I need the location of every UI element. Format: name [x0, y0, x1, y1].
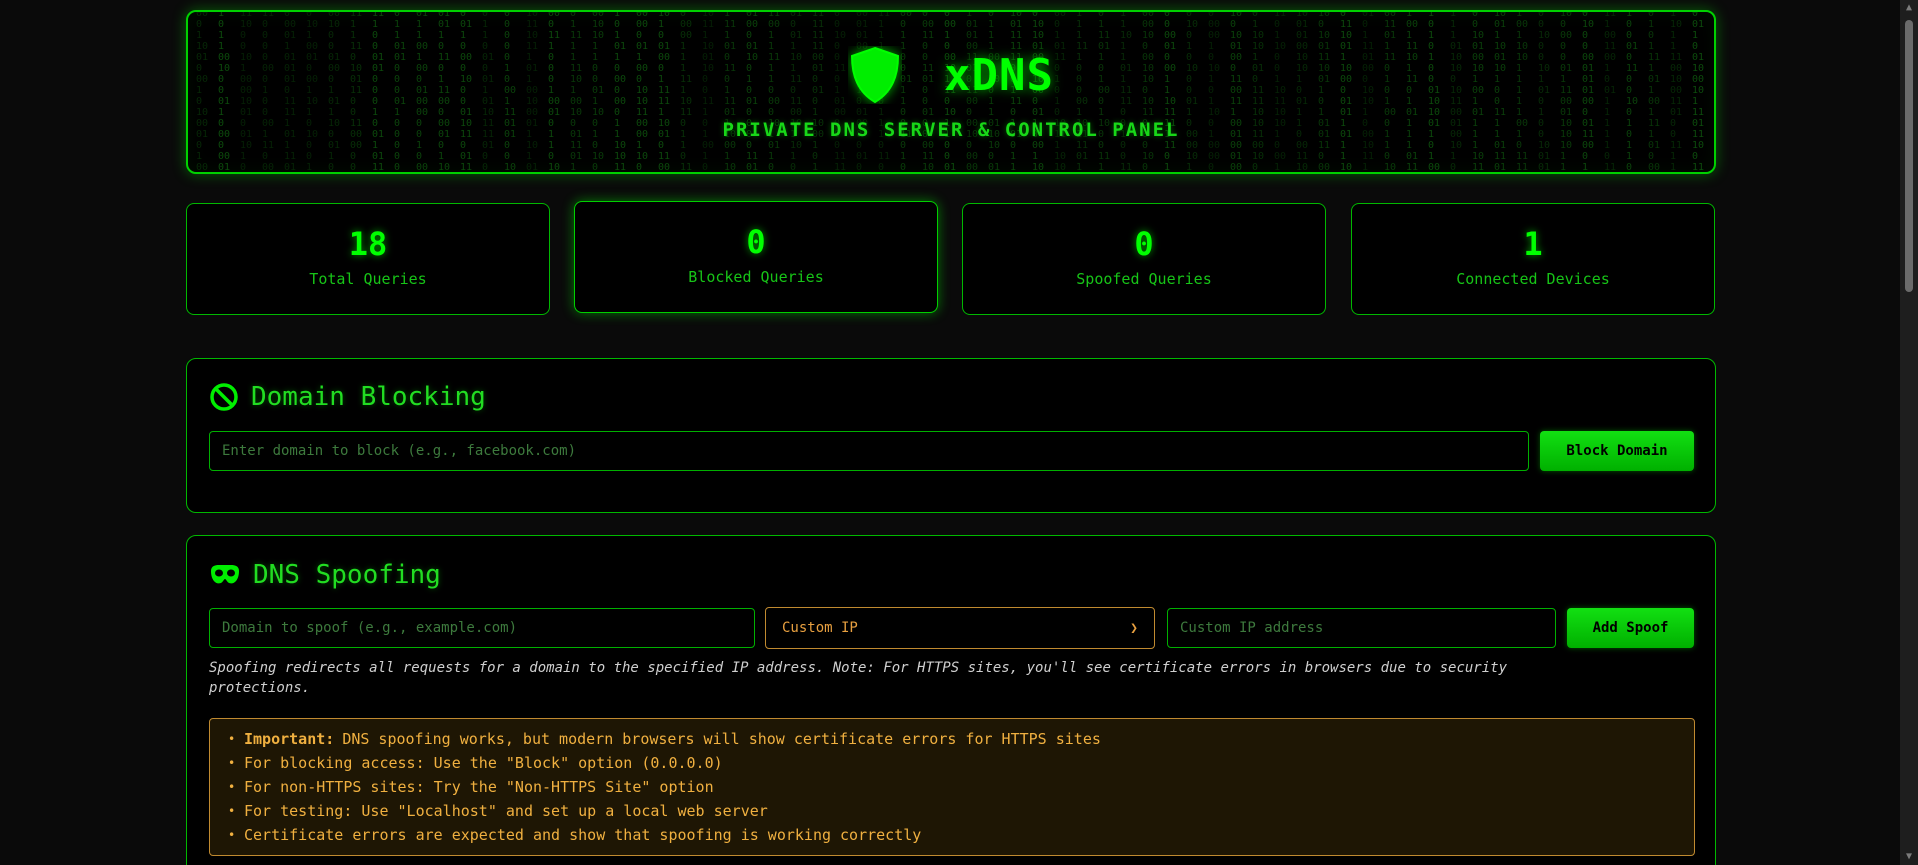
spoof-mode-selected: Custom IP — [782, 620, 858, 636]
stat-card-connected-devices: 1 Connected Devices — [1351, 203, 1715, 315]
stat-label: Blocked Queries — [688, 268, 824, 286]
dns-spoofing-panel: DNS Spoofing Custom IP ❯ Add Spoof Spoof… — [186, 535, 1716, 865]
title-row: xDNS — [188, 46, 1714, 104]
page: 00 0 1 10 01 0 00 1 0 10 00 01 0 1 00 1 … — [0, 0, 1918, 865]
warning-text: For testing: Use "Localhost" and set up … — [244, 802, 768, 820]
domain-blocking-title: Domain Blocking — [209, 382, 486, 412]
bullet: • — [228, 828, 236, 842]
stat-label: Spoofed Queries — [1076, 270, 1212, 288]
warning-text: For non-HTTPS sites: Try the "Non-HTTPS … — [244, 778, 714, 796]
stat-label: Total Queries — [309, 270, 427, 288]
scroll-down-icon[interactable]: ▼ — [1904, 852, 1914, 862]
bullet: • — [228, 780, 236, 794]
stat-value: 18 — [348, 225, 388, 263]
spoof-mode-select[interactable]: Custom IP ❯ — [765, 607, 1155, 649]
mask-icon — [211, 565, 239, 584]
warning-strong: Important: — [244, 730, 335, 748]
dns-spoofing-title-text: DNS Spoofing — [253, 560, 441, 590]
stat-card-total-queries: 18 Total Queries — [186, 203, 550, 315]
scroll-up-icon[interactable]: ▲ — [1904, 3, 1914, 13]
shield-icon — [851, 46, 900, 104]
warning-item: • For non-HTTPS sites: Try the "Non-HTTP… — [210, 775, 1694, 799]
bullet: • — [228, 804, 236, 818]
dns-spoofing-title: DNS Spoofing — [209, 560, 441, 590]
ban-icon — [210, 383, 238, 411]
chevron-down-icon: ❯ — [1130, 620, 1138, 636]
stat-value: 0 — [1134, 225, 1154, 263]
custom-ip-input[interactable] — [1167, 608, 1556, 648]
stat-card-spoofed-queries: 0 Spoofed Queries — [962, 203, 1326, 315]
bullet: • — [228, 732, 236, 746]
block-domain-input[interactable] — [209, 431, 1529, 471]
warning-text: For blocking access: Use the "Block" opt… — [244, 754, 723, 772]
scrollbar-thumb[interactable] — [1905, 20, 1913, 292]
stats-row: 18 Total Queries 0 Blocked Queries 0 Spo… — [186, 201, 1716, 322]
stat-label: Connected Devices — [1456, 270, 1610, 288]
warning-item: • For blocking access: Use the "Block" o… — [210, 751, 1694, 775]
bullet: • — [228, 756, 236, 770]
main-container: 00 0 1 10 01 0 00 1 0 10 00 01 0 1 00 1 … — [186, 10, 1716, 865]
warning-item: • For testing: Use "Localhost" and set u… — [210, 799, 1694, 823]
stat-value: 0 — [746, 223, 766, 261]
add-spoof-button[interactable]: Add Spoof — [1567, 608, 1694, 648]
spoofing-note: Spoofing redirects all requests for a do… — [209, 660, 1508, 696]
warning-text: Certificate errors are expected and show… — [244, 826, 922, 844]
spoofing-warning-box: • Important: DNS spoofing works, but mod… — [209, 718, 1695, 856]
domain-blocking-panel: Domain Blocking Block Domain — [186, 358, 1716, 513]
app-title: xDNS — [944, 49, 1054, 101]
spoof-domain-input[interactable] — [209, 608, 755, 648]
app-subtitle: PRIVATE DNS SERVER & CONTROL PANEL — [722, 119, 1180, 141]
stat-card-blocked-queries: 0 Blocked Queries — [574, 201, 938, 313]
page-scrollbar[interactable]: ▲ ▼ — [1900, 0, 1918, 865]
block-domain-button[interactable]: Block Domain — [1540, 431, 1694, 471]
domain-blocking-title-text: Domain Blocking — [251, 382, 486, 412]
warning-item: • Certificate errors are expected and sh… — [210, 823, 1694, 847]
warning-item: • Important: DNS spoofing works, but mod… — [210, 727, 1694, 751]
warning-text: DNS spoofing works, but modern browsers … — [342, 730, 1101, 748]
stat-value: 1 — [1523, 225, 1543, 263]
app-header: 00 0 1 10 01 0 00 1 0 10 00 01 0 1 00 1 … — [186, 10, 1716, 174]
